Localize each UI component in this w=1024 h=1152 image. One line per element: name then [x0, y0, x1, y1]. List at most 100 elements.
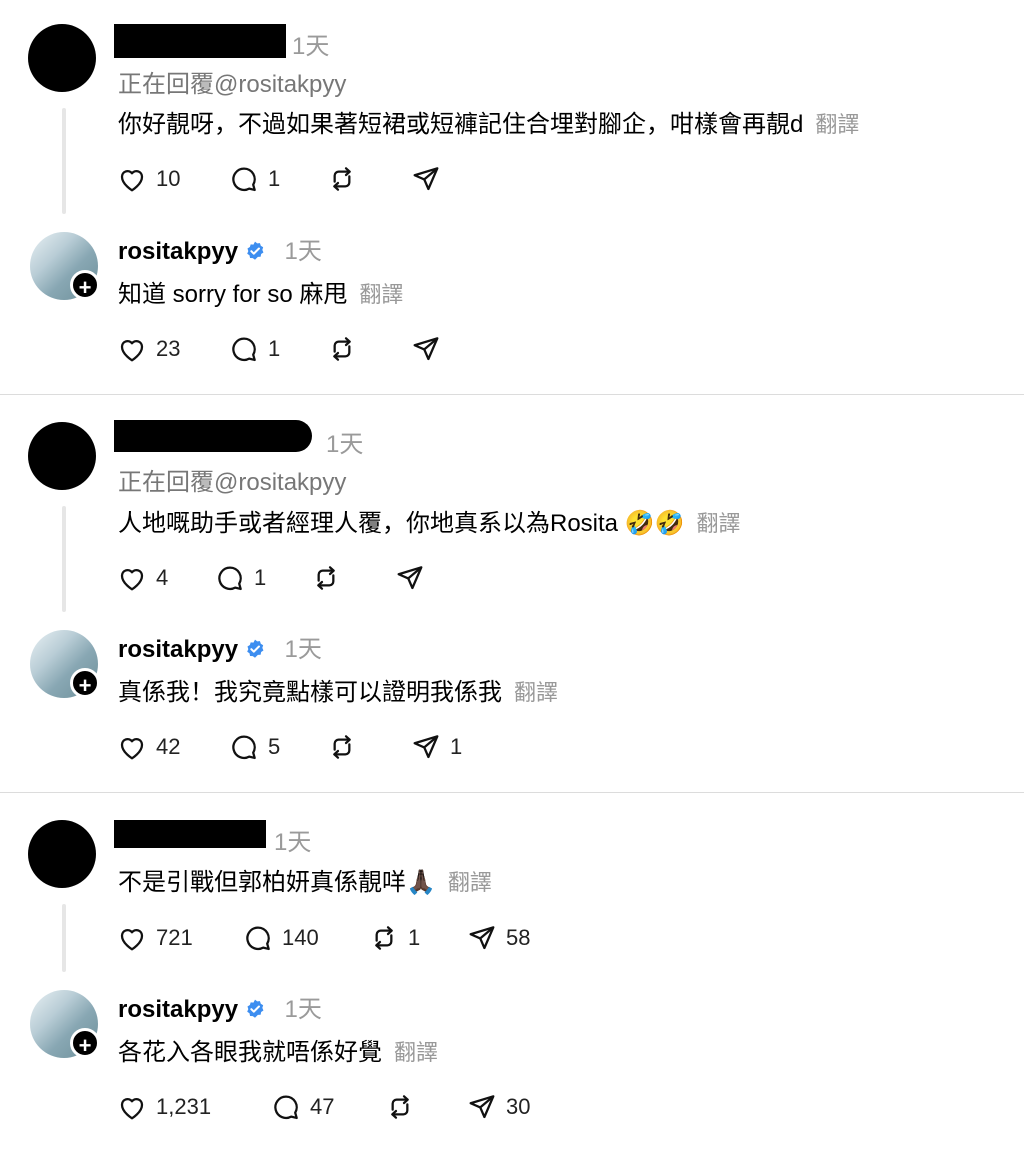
heart-icon: [116, 1091, 148, 1123]
comment-text-row: 不是引戰但郭柏妍真係靚咩🙏🏿 翻譯: [118, 862, 492, 897]
comment-icon: [228, 333, 260, 365]
verified-badge-icon: [244, 240, 266, 262]
reply-button[interactable]: 5: [228, 731, 280, 763]
reply-time: 1天: [284, 636, 322, 663]
reply-text: 真係我！我究竟點樣可以證明我係我: [118, 679, 502, 706]
like-button[interactable]: 4: [116, 562, 168, 594]
reply-text: 各花入各眼我就唔係好覺: [118, 1039, 382, 1066]
heart-icon: [116, 562, 148, 594]
username[interactable]: rositakpyy: [118, 996, 238, 1023]
comment-text: 不是引戰但郭柏妍真係靚咩🙏🏿: [118, 869, 436, 896]
share-count: 1: [450, 734, 463, 759]
plus-icon[interactable]: +: [70, 1028, 100, 1058]
repost-button[interactable]: 1: [368, 922, 420, 954]
comment-text-row: 人地嘅助手或者經理人覆，你地真系以為Rosita 🤣🤣 翻譯: [118, 503, 740, 538]
commenter-avatar[interactable]: [28, 820, 96, 888]
translate-link[interactable]: 翻譯: [359, 282, 403, 307]
username[interactable]: rositakpyy: [118, 636, 238, 663]
translate-link[interactable]: 翻譯: [394, 1040, 438, 1065]
repost-button[interactable]: [326, 731, 366, 763]
thread-connector-line: [62, 506, 66, 612]
replying-to-label[interactable]: 正在回覆@rositakpyy: [118, 64, 346, 99]
comment-time: 1天: [292, 33, 330, 60]
comment-icon: [228, 731, 260, 763]
repost-button[interactable]: [384, 1091, 424, 1123]
like-count: 1,231: [156, 1094, 212, 1119]
reply-time: 1天: [284, 996, 322, 1023]
comment-time: 1天: [326, 431, 364, 458]
verified-badge-icon: [244, 638, 266, 660]
plus-icon[interactable]: +: [70, 668, 100, 698]
heart-icon: [116, 922, 148, 954]
like-count: 10: [156, 166, 181, 191]
reply-button[interactable]: 47: [270, 1091, 334, 1123]
translate-link[interactable]: 翻譯: [514, 680, 558, 705]
send-icon: [410, 333, 442, 365]
share-button[interactable]: 1: [410, 731, 462, 763]
like-count: 721: [156, 925, 193, 950]
reply-header: rositakpyy 1天: [118, 989, 322, 1024]
reply-count: 1: [268, 166, 281, 191]
like-count: 42: [156, 734, 181, 759]
comment-time: 1天: [274, 829, 312, 856]
repost-icon: [310, 562, 342, 594]
repost-button[interactable]: [326, 333, 366, 365]
heart-icon: [116, 731, 148, 763]
reply-count: 5: [268, 734, 281, 759]
like-count: 4: [156, 565, 169, 590]
username[interactable]: rositakpyy: [118, 238, 238, 265]
reply-button[interactable]: 140: [242, 922, 319, 954]
share-count: 58: [506, 925, 531, 950]
like-button[interactable]: 42: [116, 731, 180, 763]
thread-connector-line: [62, 108, 66, 214]
replying-to-label[interactable]: 正在回覆@rositakpyy: [118, 462, 346, 497]
plus-icon[interactable]: +: [70, 270, 100, 300]
like-button[interactable]: 721: [116, 922, 193, 954]
reply-button[interactable]: 1: [214, 562, 266, 594]
reply-button[interactable]: 1: [228, 333, 280, 365]
share-button[interactable]: 30: [466, 1091, 530, 1123]
heart-icon: [116, 333, 148, 365]
reply-button[interactable]: 1: [228, 163, 280, 195]
like-button[interactable]: 23: [116, 333, 180, 365]
redacted-username: [114, 820, 266, 848]
reply-text-row: 各花入各眼我就唔係好覺 翻譯: [118, 1032, 438, 1067]
commenter-avatar[interactable]: [28, 24, 96, 92]
reply-header: rositakpyy 1天: [118, 629, 322, 664]
thread-divider: [0, 792, 1024, 793]
reply-time: 1天: [284, 238, 322, 265]
share-button[interactable]: [410, 163, 450, 195]
share-button[interactable]: 58: [466, 922, 530, 954]
comment-text: 人地嘅助手或者經理人覆，你地真系以為Rosita 🤣🤣: [118, 510, 685, 537]
like-button[interactable]: 1,231: [116, 1091, 211, 1123]
send-icon: [466, 922, 498, 954]
repost-icon: [326, 333, 358, 365]
translate-link[interactable]: 翻譯: [696, 511, 740, 536]
repost-icon: [326, 163, 358, 195]
share-button[interactable]: [394, 562, 434, 594]
reply-count: 1: [254, 565, 267, 590]
repost-icon: [384, 1091, 416, 1123]
comment-icon: [270, 1091, 302, 1123]
redacted-username: [114, 420, 312, 452]
commenter-avatar[interactable]: [28, 422, 96, 490]
reply-text-row: 真係我！我究竟點樣可以證明我係我 翻譯: [118, 672, 558, 707]
like-count: 23: [156, 336, 181, 361]
reply-header: rositakpyy 1天: [118, 231, 322, 266]
repost-button[interactable]: [310, 562, 350, 594]
comment-icon: [228, 163, 260, 195]
repost-icon: [368, 922, 400, 954]
repost-button[interactable]: [326, 163, 366, 195]
heart-icon: [116, 163, 148, 195]
comment-text: 你好靚呀，不過如果著短裙或短褲記住合埋對腳企，咁樣會再靚d: [118, 111, 804, 138]
like-button[interactable]: 10: [116, 163, 180, 195]
share-button[interactable]: [410, 333, 450, 365]
translate-link[interactable]: 翻譯: [448, 870, 492, 895]
translate-link[interactable]: 翻譯: [815, 112, 859, 137]
thread-connector-line: [62, 904, 66, 972]
share-count: 30: [506, 1094, 531, 1119]
repost-icon: [326, 731, 358, 763]
send-icon: [394, 562, 426, 594]
repost-count: 1: [408, 925, 421, 950]
thread-divider: [0, 394, 1024, 395]
